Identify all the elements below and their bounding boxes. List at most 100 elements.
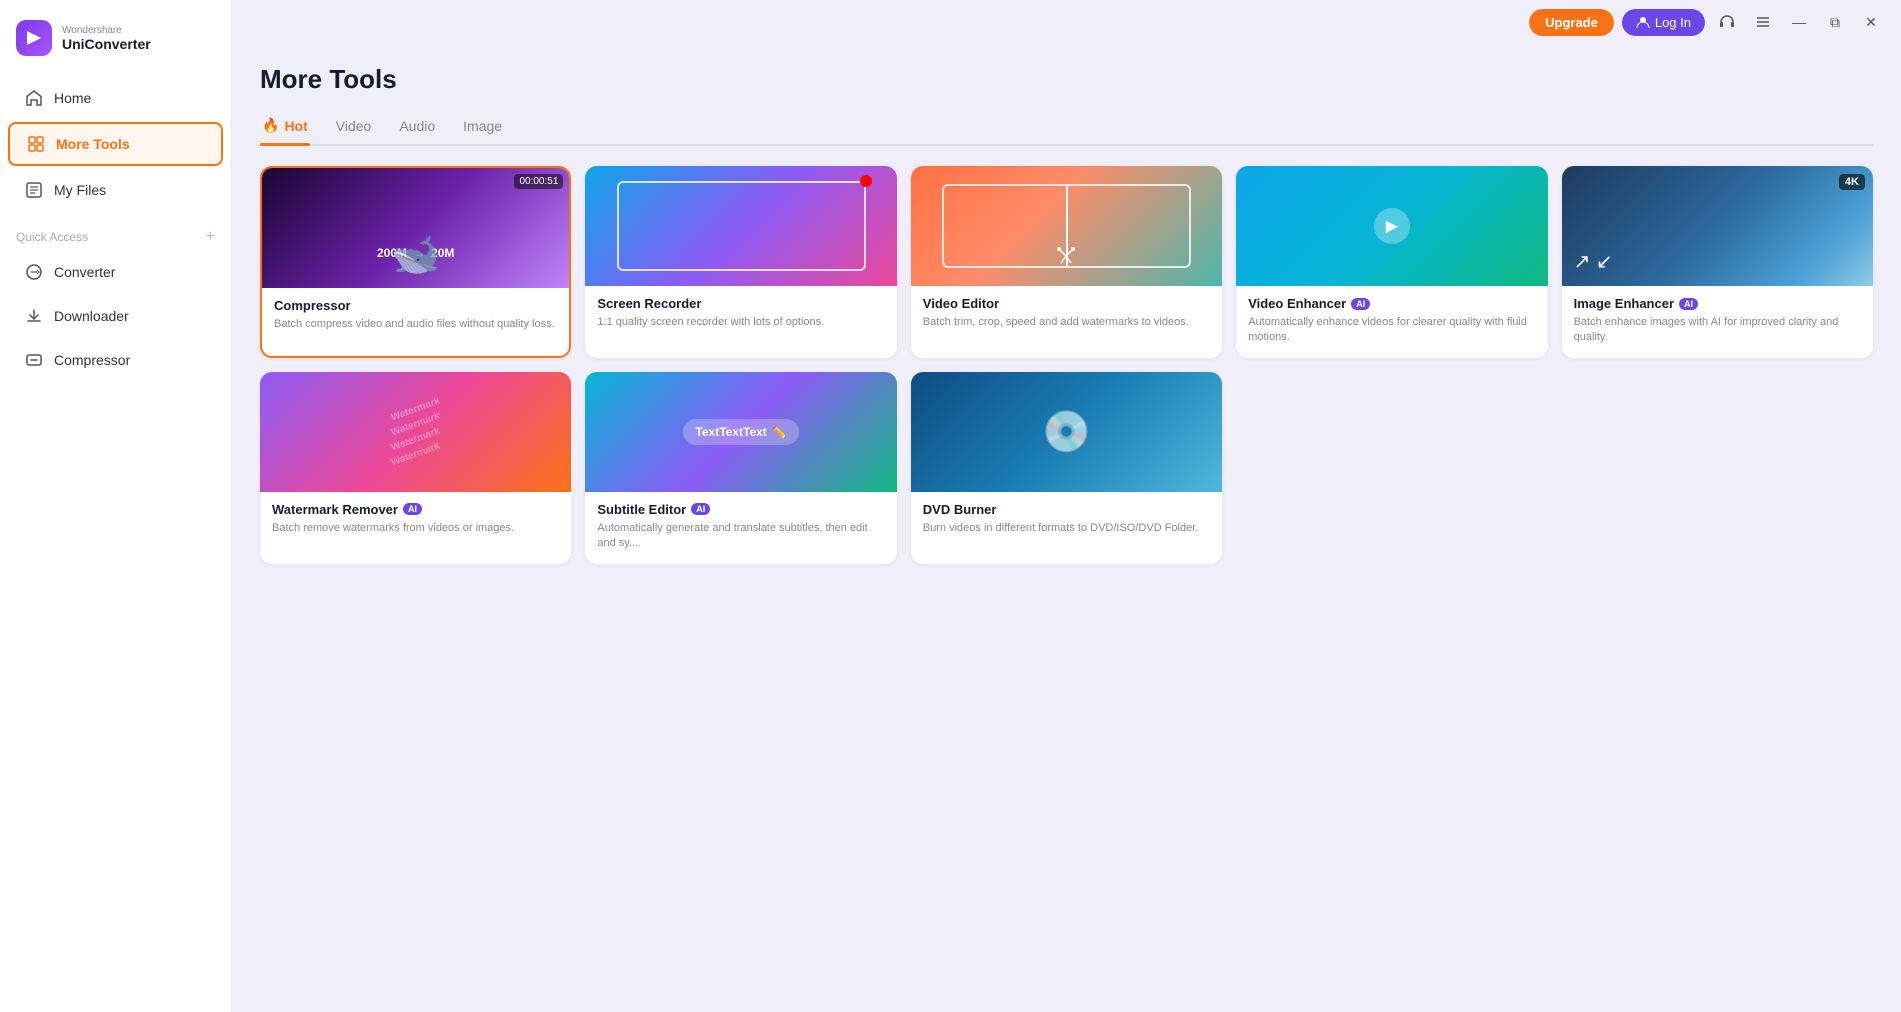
video-editor-title: Video Editor bbox=[923, 296, 1210, 311]
rec-dot bbox=[860, 175, 872, 187]
tabs-bar: 🔥 Hot Video Audio Image bbox=[260, 111, 1873, 146]
sidebar-converter-label: Converter bbox=[54, 264, 115, 280]
fire-icon: 🔥 bbox=[262, 117, 279, 134]
tool-grid-row2: Watermark Watermark Watermark Watermark … bbox=[260, 372, 1873, 564]
dvd-desc: Burn videos in different formats to DVD/… bbox=[923, 521, 1210, 536]
pencil-icon: ✏️ bbox=[772, 425, 787, 439]
tool-card-compressor[interactable]: 00:00:51 200M → 20M 🐋 Compressor Batch c… bbox=[260, 166, 571, 358]
ai-badge-subtitle: AI bbox=[691, 503, 710, 515]
video-editor-card-body: Video Editor Batch trim, crop, speed and… bbox=[911, 286, 1222, 342]
tool-card-subtitle-editor[interactable]: TextTextText ✏️ Subtitle Editor AI Autom… bbox=[585, 372, 896, 564]
scissors-frame bbox=[942, 184, 1191, 268]
logo-area: Wondershare UniConverter bbox=[0, 12, 231, 76]
watermark-desc: Batch remove watermarks from videos or i… bbox=[272, 521, 559, 536]
tool-grid-row1: 00:00:51 200M → 20M 🐋 Compressor Batch c… bbox=[260, 166, 1873, 358]
titlebar: Upgrade Log In — ⧉ ✕ bbox=[232, 0, 1901, 44]
screen-frame bbox=[617, 181, 866, 271]
scissors-icon bbox=[1054, 244, 1078, 268]
sidebar-item-downloader[interactable]: Downloader bbox=[8, 296, 223, 336]
image-enhancer-card-body: Image Enhancer AI Batch enhance images w… bbox=[1562, 286, 1873, 358]
dvd-thumbnail: 💿 bbox=[911, 372, 1222, 492]
subtitle-card-body: Subtitle Editor AI Automatically generat… bbox=[585, 492, 896, 564]
grid-icon bbox=[26, 134, 46, 154]
image-enhancer-thumbnail: 4K ↗ ↙ bbox=[1562, 166, 1873, 286]
screen-recorder-card-body: Screen Recorder 1:1 quality screen recor… bbox=[585, 286, 896, 342]
converter-icon bbox=[24, 262, 44, 282]
tab-audio[interactable]: Audio bbox=[397, 111, 437, 144]
time-badge: 00:00:51 bbox=[514, 174, 563, 189]
compressor-icon bbox=[24, 350, 44, 370]
compressor-title: Compressor bbox=[274, 298, 557, 313]
watermark-thumbnail: Watermark Watermark Watermark Watermark bbox=[260, 372, 571, 492]
video-editor-thumbnail bbox=[911, 166, 1222, 286]
subtitle-chip: TextTextText ✏️ bbox=[683, 419, 798, 445]
subtitle-thumbnail: TextTextText ✏️ bbox=[585, 372, 896, 492]
tab-video[interactable]: Video bbox=[334, 111, 374, 144]
downloader-icon bbox=[24, 306, 44, 326]
screen-recorder-thumbnail bbox=[585, 166, 896, 286]
subtitle-text: TextTextText bbox=[695, 425, 766, 439]
logo-name: UniConverter bbox=[62, 36, 151, 52]
tool-card-screen-recorder[interactable]: Screen Recorder 1:1 quality screen recor… bbox=[585, 166, 896, 358]
watermark-title: Watermark Remover AI bbox=[272, 502, 559, 517]
ai-badge-video-enhancer: AI bbox=[1351, 298, 1370, 310]
quick-access-add-button[interactable]: + bbox=[206, 228, 215, 246]
logo-brand: Wondershare bbox=[62, 25, 151, 36]
sidebar: Wondershare UniConverter Home More Tools bbox=[0, 0, 232, 1012]
watermark-overlay: Watermark Watermark Watermark Watermark bbox=[260, 372, 571, 492]
sidebar-item-more-tools[interactable]: More Tools bbox=[8, 122, 223, 166]
compressor-desc: Batch compress video and audio files wit… bbox=[274, 317, 557, 332]
tab-image[interactable]: Image bbox=[461, 111, 504, 144]
app-logo-icon bbox=[16, 20, 52, 56]
enhance-arrows-icon: ↗ ↙ bbox=[1574, 249, 1613, 274]
content-area: More Tools 🔥 Hot Video Audio Image 00:00… bbox=[232, 44, 1901, 1012]
home-icon bbox=[24, 88, 44, 108]
image-enhancer-title: Image Enhancer AI bbox=[1574, 296, 1861, 311]
sidebar-item-compressor[interactable]: Compressor bbox=[8, 340, 223, 380]
dvd-disc-icon: 💿 bbox=[1042, 408, 1092, 455]
video-enhancer-title: Video Enhancer AI bbox=[1248, 296, 1535, 311]
watermark-card-body: Watermark Remover AI Batch remove waterm… bbox=[260, 492, 571, 548]
tool-card-video-editor[interactable]: Video Editor Batch trim, crop, speed and… bbox=[911, 166, 1222, 358]
video-enhancer-card-body: Video Enhancer AI Automatically enhance … bbox=[1236, 286, 1547, 358]
menu-icon[interactable] bbox=[1749, 8, 1777, 36]
quick-access-section: Quick Access + bbox=[0, 220, 231, 250]
page-title: More Tools bbox=[260, 64, 1873, 95]
dvd-title: DVD Burner bbox=[923, 502, 1210, 517]
subtitle-title: Subtitle Editor AI bbox=[597, 502, 884, 517]
video-editor-desc: Batch trim, crop, speed and add watermar… bbox=[923, 315, 1210, 330]
video-enhancer-thumbnail: ▶ bbox=[1236, 166, 1547, 286]
screen-recorder-desc: 1:1 quality screen recorder with lots of… bbox=[597, 315, 884, 330]
quick-access-label: Quick Access bbox=[16, 230, 88, 244]
sidebar-item-converter[interactable]: Converter bbox=[8, 252, 223, 292]
tool-card-dvd-burner[interactable]: 💿 DVD Burner Burn videos in different fo… bbox=[911, 372, 1222, 564]
logo-text: Wondershare UniConverter bbox=[62, 25, 151, 52]
tool-card-watermark-remover[interactable]: Watermark Watermark Watermark Watermark … bbox=[260, 372, 571, 564]
sidebar-my-files-label: My Files bbox=[54, 182, 106, 198]
tab-hot[interactable]: 🔥 Hot bbox=[260, 111, 310, 144]
subtitle-desc: Automatically generate and translate sub… bbox=[597, 521, 884, 552]
sidebar-item-my-files[interactable]: My Files bbox=[8, 170, 223, 210]
sidebar-compressor-label: Compressor bbox=[54, 352, 130, 368]
tool-card-image-enhancer[interactable]: 4K ↗ ↙ Image Enhancer AI Batch enhance i… bbox=[1562, 166, 1873, 358]
upgrade-button[interactable]: Upgrade bbox=[1529, 9, 1614, 36]
ai-badge-watermark: AI bbox=[403, 503, 422, 515]
sidebar-home-label: Home bbox=[54, 90, 91, 106]
compressor-thumbnail: 00:00:51 200M → 20M 🐋 bbox=[262, 168, 569, 288]
play-button-icon: ▶ bbox=[1374, 208, 1410, 244]
sidebar-item-home[interactable]: Home bbox=[8, 78, 223, 118]
headset-icon[interactable] bbox=[1713, 8, 1741, 36]
file-icon bbox=[24, 180, 44, 200]
maximize-button[interactable]: ⧉ bbox=[1821, 8, 1849, 36]
sidebar-more-tools-label: More Tools bbox=[56, 136, 130, 152]
sidebar-downloader-label: Downloader bbox=[54, 308, 129, 324]
main-content: Upgrade Log In — ⧉ ✕ More Tools 🔥 Hot bbox=[232, 0, 1901, 1012]
minimize-button[interactable]: — bbox=[1785, 8, 1813, 36]
login-button[interactable]: Log In bbox=[1622, 9, 1705, 36]
screen-recorder-title: Screen Recorder bbox=[597, 296, 884, 311]
whale-image: 🐋 bbox=[391, 231, 441, 278]
video-enhancer-desc: Automatically enhance videos for clearer… bbox=[1248, 315, 1535, 346]
close-button[interactable]: ✕ bbox=[1857, 8, 1885, 36]
ai-badge-image-enhancer: AI bbox=[1679, 298, 1698, 310]
tool-card-video-enhancer[interactable]: ▶ Video Enhancer AI Automatically enhanc… bbox=[1236, 166, 1547, 358]
